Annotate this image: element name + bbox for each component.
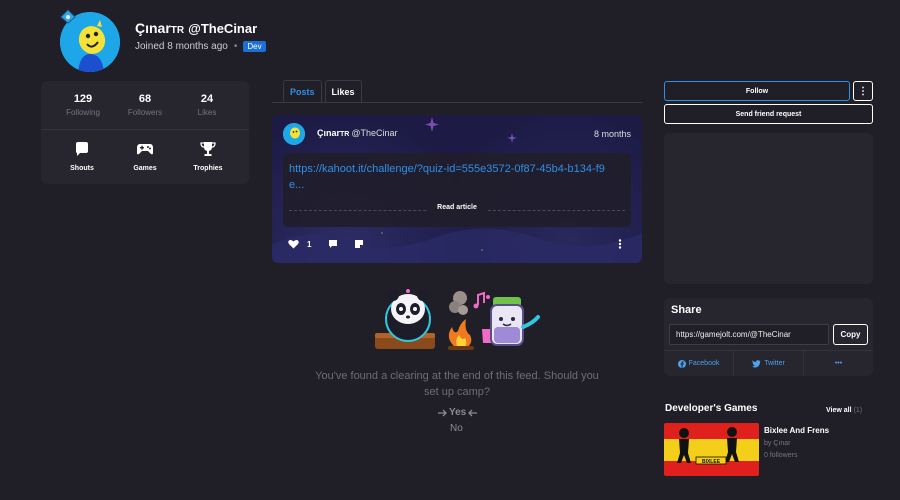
chat-bubble-icon <box>76 142 88 156</box>
no-button[interactable]: No <box>450 423 463 434</box>
share-url-input[interactable] <box>669 324 829 345</box>
tabs-underline <box>272 102 642 103</box>
twitter-icon <box>752 359 761 368</box>
arrow-left-icon <box>468 409 478 416</box>
post-author[interactable]: ÇınarTR @TheCinar <box>317 128 398 138</box>
developer-games-title: Developer's Games <box>665 403 758 414</box>
stat-likes[interactable]: 24 Likes <box>173 93 241 117</box>
game-developer: by Çınar <box>764 440 791 447</box>
feed-tabs: Posts Likes <box>283 80 362 103</box>
tab-posts[interactable]: Posts <box>283 80 322 103</box>
arrow-right-icon <box>438 409 447 416</box>
post-author-avatar[interactable] <box>283 123 305 145</box>
avatar-character-icon <box>283 123 305 145</box>
send-friend-request-button[interactable]: Send friend request <box>664 104 873 124</box>
share-options: Facebook Twitter ••• <box>664 350 873 376</box>
dev-badge: Dev <box>243 41 266 52</box>
more-options-button[interactable]: ⋮ <box>853 81 873 101</box>
read-article-button[interactable]: Read article <box>427 204 487 211</box>
sticker-icon[interactable] <box>354 239 364 249</box>
game-thumbnail[interactable]: BIXLEE <box>664 423 759 476</box>
view-all-link[interactable]: View all (1) <box>826 407 862 414</box>
campfire-scene-icon <box>375 289 540 350</box>
post-link[interactable]: https://kahoot.it/challenge/?quiz-id=555… <box>289 161 619 193</box>
game-title[interactable]: Bixlee And Frens <box>764 426 829 435</box>
share-title: Share <box>671 304 702 316</box>
post-body: https://kahoot.it/challenge/?quiz-id=555… <box>283 153 631 227</box>
frame-badge-icon <box>60 9 76 24</box>
divider <box>41 129 249 130</box>
ad-placeholder <box>664 133 873 284</box>
nav-games[interactable]: Games <box>115 141 175 173</box>
profile-stats-card: 129 Following 68 Followers 24 Likes Shou… <box>41 81 249 184</box>
tab-likes[interactable]: Likes <box>324 80 362 103</box>
post-card[interactable]: ÇınarTR @TheCinar 8 months https://kahoot… <box>272 115 642 263</box>
yes-button[interactable]: Yes <box>438 407 478 418</box>
stat-following[interactable]: 129 Following <box>49 93 117 117</box>
share-facebook[interactable]: Facebook <box>664 351 734 376</box>
follow-button[interactable]: Follow <box>664 81 850 101</box>
like-count: 1 <box>307 240 312 249</box>
nav-shouts[interactable]: Shouts <box>52 141 112 173</box>
username: @TheCinar <box>188 21 258 36</box>
display-name: ÇınarTR @TheCinar <box>135 20 258 36</box>
game-cover-text: BIXLEE <box>702 459 721 465</box>
joined-info: Joined 8 months ago • Dev <box>135 41 266 52</box>
stat-followers[interactable]: 68 Followers <box>111 93 179 117</box>
share-more[interactable]: ••• <box>804 351 873 376</box>
heart-icon[interactable] <box>288 239 299 249</box>
copy-button[interactable]: Copy <box>833 324 868 345</box>
feed-end-message: You've found a clearing at the end of th… <box>315 370 599 398</box>
post-timestamp: 8 months <box>593 129 631 139</box>
nav-trophies[interactable]: Trophies <box>178 141 238 173</box>
facebook-icon <box>677 359 686 368</box>
more-vertical-icon[interactable] <box>617 239 623 249</box>
gamepad-icon <box>137 144 153 155</box>
game-cover-image: BIXLEE <box>664 423 759 476</box>
share-twitter[interactable]: Twitter <box>734 351 804 376</box>
comment-icon[interactable] <box>328 239 338 249</box>
trophy-icon <box>200 142 216 156</box>
game-followers: 0 followers <box>764 452 798 459</box>
share-card: Share Copy Facebook Twitter ••• <box>664 298 873 376</box>
